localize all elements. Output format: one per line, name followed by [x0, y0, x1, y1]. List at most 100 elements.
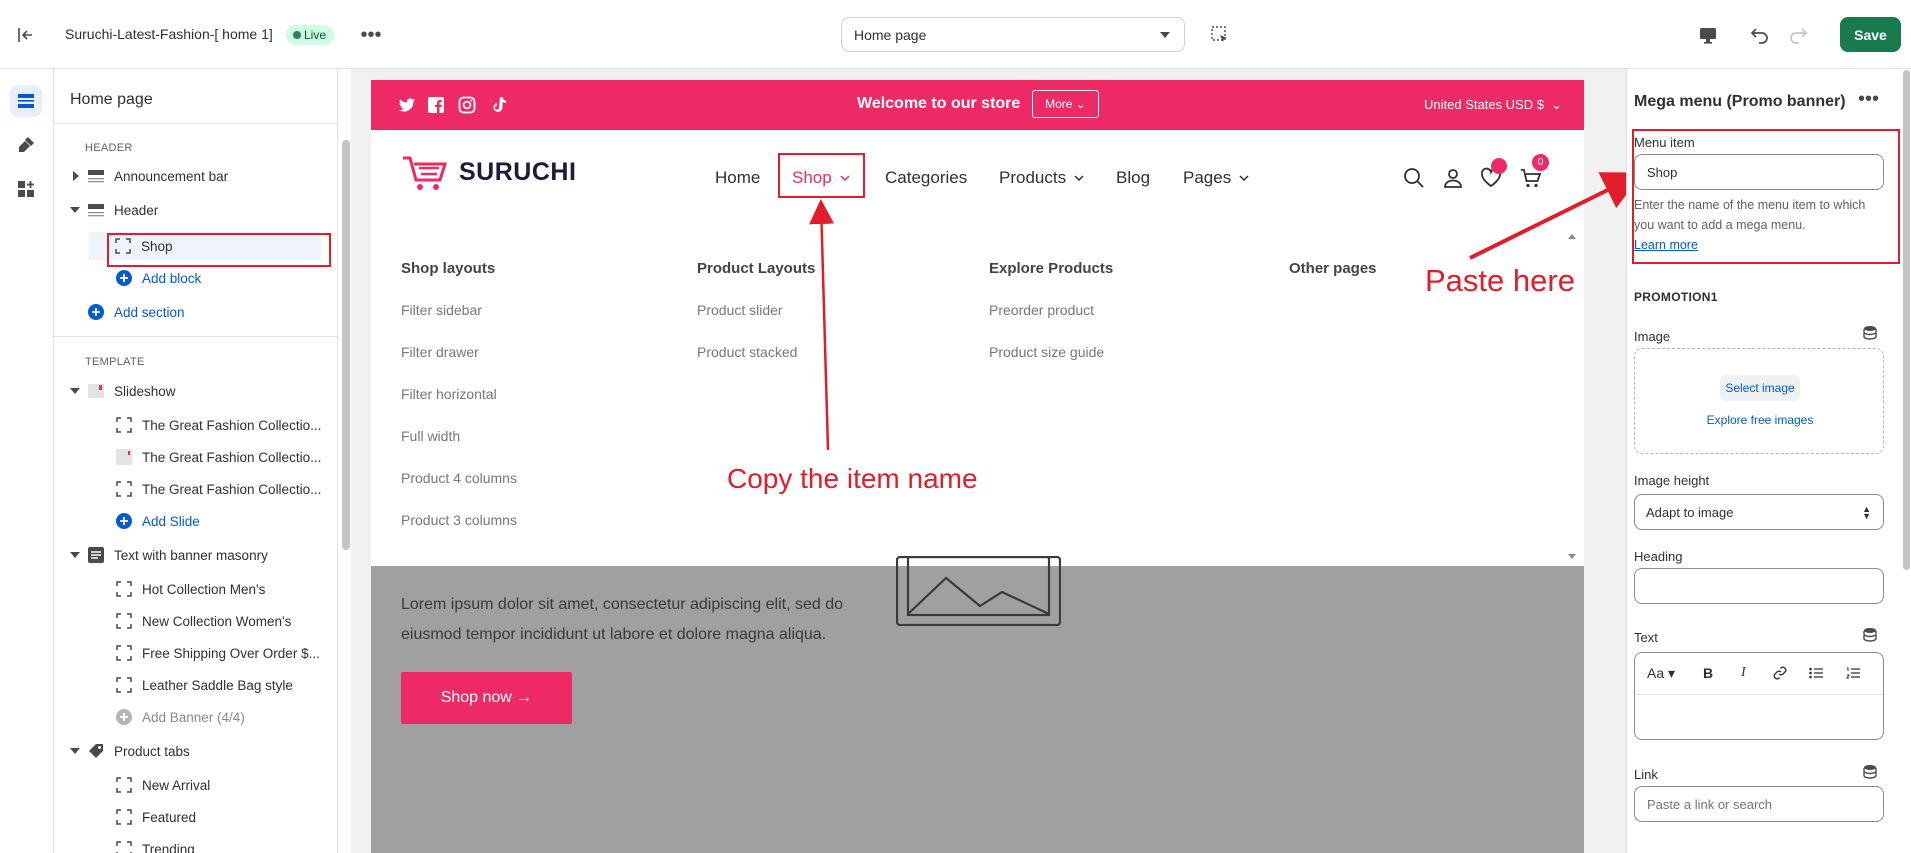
nav-blog[interactable]: Blog — [1116, 168, 1150, 188]
section-header[interactable]: Header — [54, 196, 324, 224]
nav-label: Categories — [885, 168, 968, 187]
redo-icon[interactable] — [1787, 24, 1809, 46]
block-icon — [115, 840, 133, 853]
nav-pages[interactable]: Pages — [1183, 168, 1249, 188]
panel-more-button[interactable]: ••• — [1858, 88, 1879, 111]
collapse-icon[interactable] — [70, 552, 80, 558]
panel-scrollbar[interactable] — [1902, 62, 1911, 853]
sections-icon[interactable] — [10, 85, 42, 117]
block-tab[interactable]: New Arrival — [54, 771, 324, 799]
store-name: Suruchi-Latest-Fashion-[ home 1] — [65, 26, 273, 42]
menu-item-input[interactable] — [1634, 154, 1884, 190]
chevron-down-icon — [1239, 175, 1249, 181]
scrollbar-thumb[interactable] — [1903, 70, 1910, 570]
heading-input[interactable] — [1634, 568, 1884, 604]
block-tab[interactable]: Featured — [54, 803, 324, 831]
bold-icon[interactable]: B — [1703, 665, 1713, 683]
section-announcement-bar[interactable]: Announcement bar — [54, 162, 324, 190]
mega-link[interactable]: Full width — [401, 428, 460, 444]
page-selector[interactable]: Home page — [841, 17, 1185, 52]
block-slide[interactable]: The Great Fashion Collectio... — [54, 443, 324, 471]
slideshow-thumbnail-icon — [87, 382, 105, 400]
collapse-icon[interactable] — [70, 388, 80, 394]
theme-settings-icon[interactable] — [10, 129, 42, 161]
tiktok-icon[interactable] — [489, 95, 509, 115]
currency-selector[interactable]: United States USD $ ⌄ — [1424, 97, 1562, 113]
more-button[interactable]: More ⌄ — [1032, 90, 1099, 118]
more-actions-button[interactable]: ••• — [356, 22, 386, 48]
section-product-tabs[interactable]: Product tabs — [54, 737, 324, 765]
mega-link[interactable]: Filter drawer — [401, 344, 479, 360]
add-slide-button[interactable]: Add Slide — [54, 507, 324, 535]
dynamic-source-icon[interactable] — [1862, 764, 1878, 780]
shop-now-button[interactable]: Shop now → — [401, 672, 572, 724]
mega-link[interactable]: Product stacked — [697, 344, 797, 360]
mega-link[interactable]: Product size guide — [989, 344, 1104, 360]
italic-icon[interactable]: I — [1741, 665, 1746, 683]
add-circle-icon — [115, 512, 133, 530]
scrollbar-thumb[interactable] — [342, 140, 350, 550]
instagram-icon[interactable] — [457, 95, 477, 115]
bullet-list-icon[interactable] — [1808, 665, 1824, 683]
nav-products[interactable]: Products — [999, 168, 1084, 188]
layout-header-icon — [87, 201, 105, 219]
select-image-button[interactable]: Select image — [1720, 375, 1800, 401]
link-icon[interactable] — [1772, 665, 1788, 683]
image-height-select[interactable]: Adapt to image ▲ ▼ — [1634, 494, 1884, 530]
twitter-icon[interactable] — [397, 95, 417, 115]
block-banner[interactable]: Leather Saddle Bag style — [54, 671, 324, 699]
scroll-up-icon[interactable] — [1568, 234, 1576, 239]
add-block-button[interactable]: Add block — [54, 264, 324, 292]
search-icon[interactable] — [1402, 166, 1426, 190]
mega-link[interactable]: Preorder product — [989, 302, 1094, 318]
heading-label: Heading — [1634, 549, 1683, 564]
sidebar-scrollbar[interactable] — [340, 125, 350, 853]
inspector-icon[interactable] — [1210, 25, 1230, 45]
block-banner[interactable]: New Collection Women's — [54, 607, 324, 635]
collapse-icon[interactable] — [70, 748, 80, 754]
desktop-view-icon[interactable] — [1697, 24, 1719, 46]
mega-link[interactable]: Product 3 columns — [401, 512, 517, 528]
nav-home[interactable]: Home — [715, 168, 760, 188]
dynamic-source-icon[interactable] — [1862, 325, 1878, 341]
expand-icon[interactable] — [73, 171, 79, 181]
link-input[interactable] — [1634, 786, 1884, 822]
font-size-icon[interactable]: Aa ▾ — [1647, 665, 1675, 683]
block-slide[interactable]: The Great Fashion Collectio... — [54, 475, 324, 503]
undo-icon[interactable] — [1749, 24, 1771, 46]
account-icon[interactable] — [1441, 166, 1465, 190]
nav-label: Products — [999, 168, 1067, 187]
add-banner-button: Add Banner (4/4) — [54, 703, 324, 731]
logo-text: SURUCHI — [459, 157, 577, 186]
text-editor[interactable]: Aa ▾ B I — [1634, 652, 1884, 740]
facebook-icon[interactable] — [426, 95, 446, 115]
block-tab[interactable]: Trending — [54, 835, 324, 853]
exit-icon[interactable] — [16, 26, 34, 44]
numbered-list-icon[interactable] — [1845, 665, 1861, 683]
mega-link[interactable]: Product slider — [697, 302, 783, 318]
block-label: The Great Fashion Collectio... — [142, 449, 322, 465]
section-text-with-banner[interactable]: Text with banner masonry — [54, 541, 324, 569]
divider — [54, 336, 337, 337]
dynamic-source-icon[interactable] — [1862, 627, 1878, 643]
mega-link[interactable]: Product 4 columns — [401, 470, 517, 486]
block-banner[interactable]: Hot Collection Men's — [54, 575, 324, 603]
collapse-icon[interactable] — [70, 207, 80, 213]
add-circle-icon — [115, 269, 133, 287]
store-logo[interactable]: SURUCHI — [401, 152, 576, 192]
apps-icon[interactable] — [10, 173, 42, 205]
add-section-button[interactable]: Add section — [54, 298, 324, 326]
learn-more-link[interactable]: Learn more — [1634, 238, 1698, 252]
icon-rail — [0, 69, 54, 853]
scroll-down-icon[interactable] — [1568, 554, 1576, 559]
explore-free-images-link[interactable]: Explore free images — [1635, 413, 1885, 427]
block-slide[interactable]: The Great Fashion Collectio... — [54, 411, 324, 439]
nav-categories[interactable]: Categories — [885, 168, 967, 188]
save-button[interactable]: Save — [1840, 17, 1901, 52]
mega-link[interactable]: Filter sidebar — [401, 302, 482, 318]
section-label: Text with banner masonry — [114, 547, 268, 563]
section-slideshow[interactable]: Slideshow — [54, 377, 324, 405]
block-banner[interactable]: Free Shipping Over Order $... — [54, 639, 324, 667]
caret-down-icon — [1160, 32, 1170, 38]
mega-link[interactable]: Filter horizontal — [401, 386, 497, 402]
